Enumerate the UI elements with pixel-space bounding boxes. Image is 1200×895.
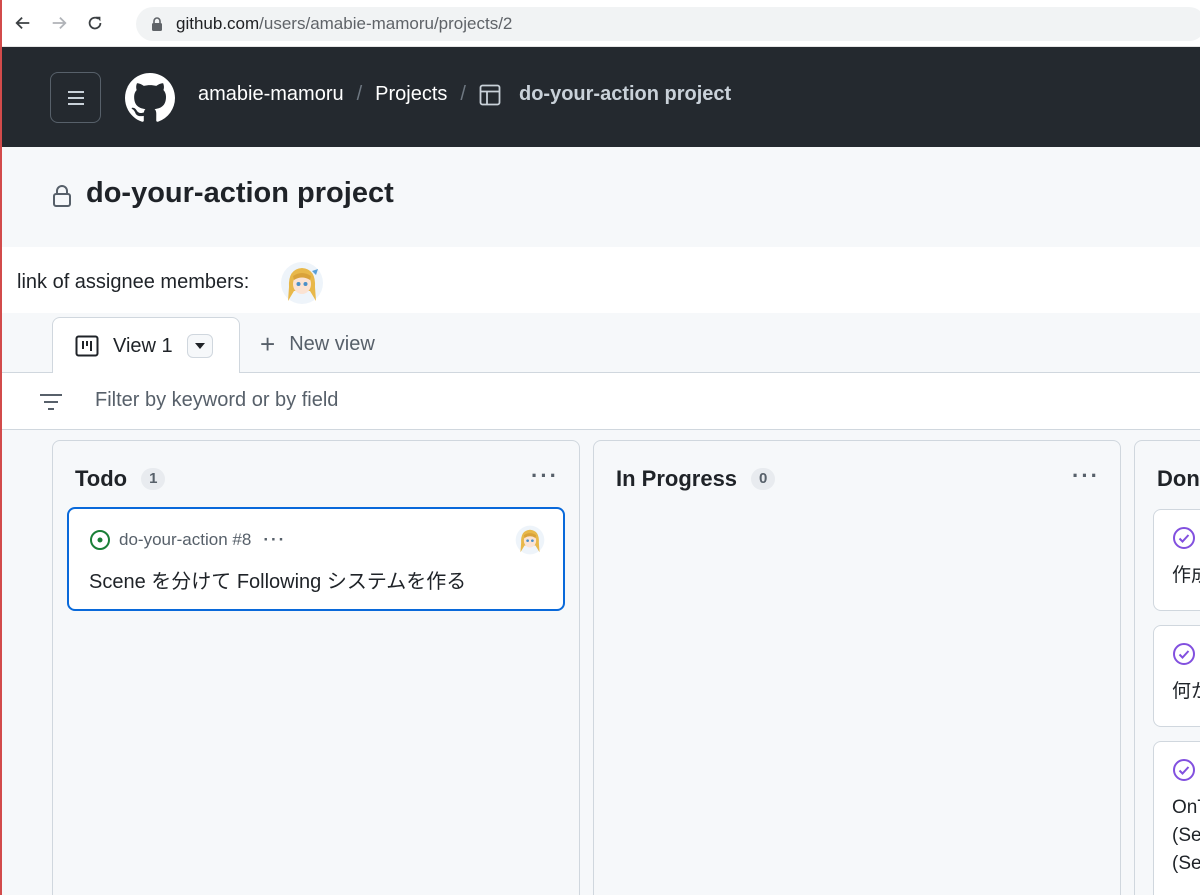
url-path: /users/amabie-mamoru/projects/2	[259, 14, 513, 33]
reload-icon	[88, 16, 102, 30]
browser-toolbar: github.com/users/amabie-mamoru/projects/…	[2, 0, 1200, 47]
card-title-line[interactable]: (Se	[1172, 850, 1200, 878]
breadcrumb-separator: /	[356, 83, 363, 105]
column-title: Todo	[75, 466, 128, 491]
breadcrumb-projects-link[interactable]: Projects	[375, 83, 447, 106]
column-done: Don 作成 何か OnT (Se (Se	[1134, 440, 1200, 895]
card-title-line[interactable]: (Se	[1172, 822, 1200, 850]
new-view-label: New view	[289, 332, 375, 355]
description-text: link of assignee members:	[17, 271, 250, 293]
issue-card[interactable]: do-your-action #8 ··· Scene を分けて Followi…	[67, 507, 565, 611]
forward-arrow-icon	[52, 16, 67, 30]
issue-closed-icon	[1173, 527, 1195, 549]
forward-button[interactable]	[44, 8, 74, 38]
project-board: Todo 1 ··· do-your-action #8 ··· Scene を…	[2, 430, 1200, 895]
column-count-badge: 1	[141, 468, 166, 490]
board-icon	[75, 335, 99, 357]
issue-closed-icon	[1173, 643, 1195, 665]
github-header: amabie-mamoru / Projects / do-your-actio…	[2, 47, 1200, 147]
card-title[interactable]: 作成	[1172, 562, 1200, 590]
issue-card[interactable]: 作成	[1153, 509, 1200, 611]
project-title-area: do-your-action project	[2, 147, 1200, 247]
hamburger-icon	[67, 90, 84, 105]
column-title: In Progress	[616, 466, 738, 491]
url-host: github.com	[176, 14, 260, 33]
assignee-avatar[interactable]	[280, 261, 324, 305]
card-title-line[interactable]: OnT	[1172, 794, 1200, 822]
page-title: do-your-action project	[86, 177, 394, 209]
github-project-page: github.com/users/amabie-mamoru/projects/…	[0, 0, 1200, 895]
breadcrumb-project-link[interactable]: do-your-action project	[519, 83, 731, 106]
column-title: Don	[1157, 466, 1200, 491]
issue-open-icon	[90, 530, 110, 550]
tab-view-1[interactable]: View 1	[52, 317, 240, 374]
column-header: Todo 1	[75, 466, 166, 492]
column-header: In Progress 0	[616, 466, 776, 492]
issue-card[interactable]: OnT (Se (Se	[1153, 741, 1200, 895]
breadcrumb-user-link[interactable]: amabie-mamoru	[198, 83, 344, 106]
lock-icon	[152, 17, 162, 31]
project-description: link of assignee members:	[2, 247, 1200, 313]
breadcrumb-separator: /	[460, 83, 466, 105]
reload-button[interactable]	[80, 8, 110, 38]
caret-down-icon	[194, 343, 205, 349]
card-more-button[interactable]: ···	[263, 530, 286, 550]
column-count-badge: 0	[751, 468, 776, 490]
card-meta: do-your-action #8 ···	[89, 529, 286, 551]
card-title[interactable]: Scene を分けて Following システムを作る	[89, 565, 466, 594]
new-view-button[interactable]: + New view	[260, 331, 375, 357]
column-todo: Todo 1 ··· do-your-action #8 ··· Scene を…	[52, 440, 580, 895]
breadcrumb: amabie-mamoru / Projects / do-your-actio…	[198, 83, 731, 106]
table-icon	[479, 84, 501, 105]
view-options-dropdown[interactable]	[186, 334, 213, 358]
card-title[interactable]: 何か	[1172, 678, 1200, 706]
column-in-progress: In Progress 0 ···	[593, 440, 1121, 895]
column-menu-button[interactable]: ···	[531, 463, 559, 489]
private-lock-icon	[53, 185, 71, 207]
view-tabs: View 1 + New view	[2, 313, 1200, 374]
menu-button[interactable]	[50, 72, 101, 123]
card-ref[interactable]: do-your-action #8	[119, 530, 251, 550]
address-bar[interactable]: github.com/users/amabie-mamoru/projects/…	[136, 7, 1200, 41]
tab-view-1-label: View 1	[113, 334, 173, 357]
card-assignee-avatar[interactable]	[515, 525, 545, 555]
issue-closed-icon	[1173, 759, 1195, 781]
back-button[interactable]	[8, 8, 38, 38]
column-menu-button[interactable]: ···	[1072, 463, 1100, 489]
github-logo-icon[interactable]	[125, 73, 175, 123]
filter-bar: Filter by keyword or by field	[2, 373, 1200, 430]
issue-card[interactable]: 何か	[1153, 625, 1200, 727]
back-arrow-icon	[15, 16, 30, 30]
column-header: Don	[1157, 466, 1200, 492]
filter-input[interactable]: Filter by keyword or by field	[95, 389, 338, 412]
filter-icon[interactable]	[38, 392, 64, 412]
plus-icon: +	[260, 329, 276, 359]
